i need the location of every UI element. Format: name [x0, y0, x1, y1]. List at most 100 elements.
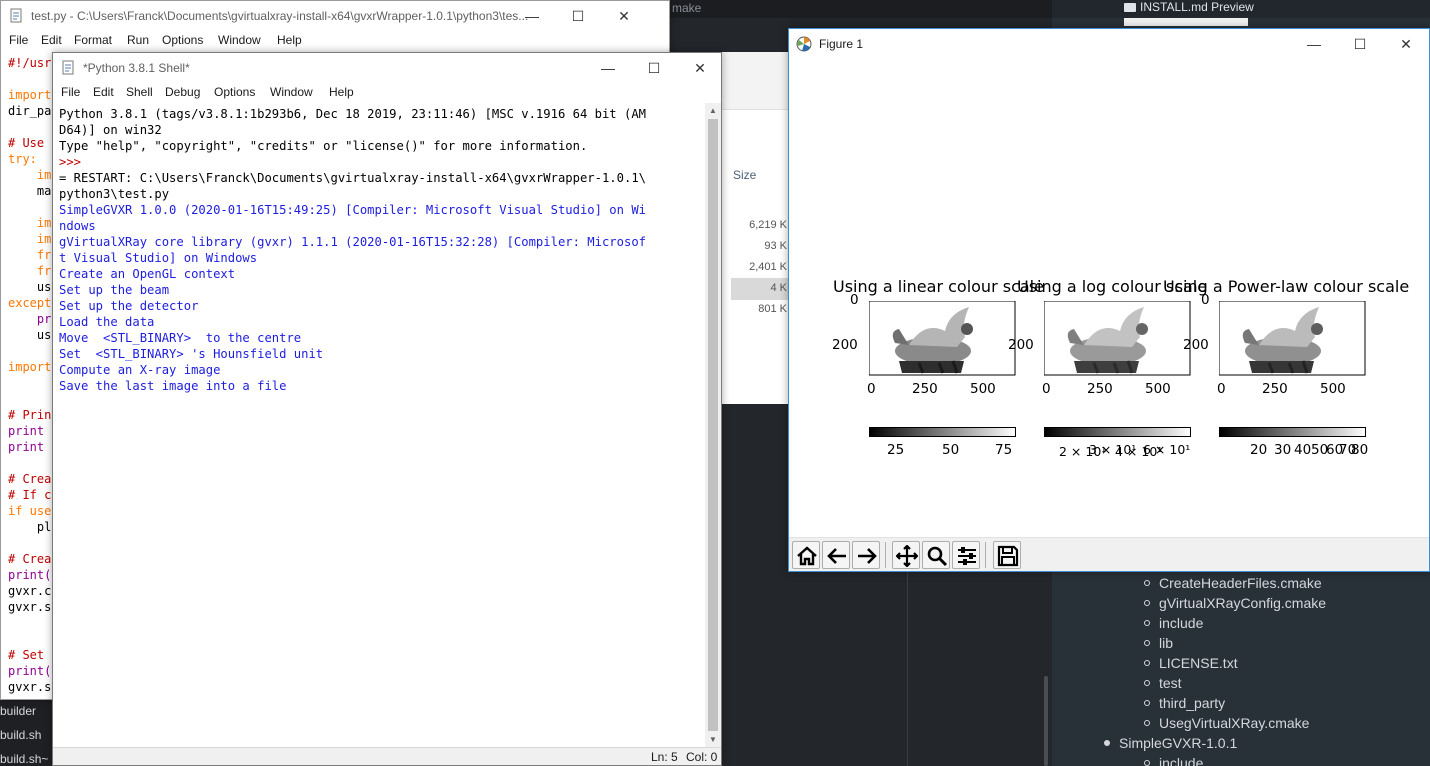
maximize-button[interactable]: ☐: [555, 1, 601, 31]
shell-output-line: ndows: [59, 219, 96, 233]
minimize-button[interactable]: —: [585, 53, 631, 83]
heatmap-image: [1219, 301, 1366, 376]
minimize-button[interactable]: —: [1291, 29, 1337, 59]
code-line: ma: [8, 184, 52, 198]
background-file-item[interactable]: build.sh: [0, 727, 41, 743]
menu-options[interactable]: Options: [162, 33, 203, 47]
shell-scrollbar-thumb[interactable]: [708, 119, 718, 731]
editor-titlebar[interactable]: test.py - C:\Users\Franck\Documents\gvir…: [1, 1, 669, 31]
panel-divider: [907, 570, 908, 766]
y-tick-label: 0: [850, 292, 859, 308]
markdown-tree-item[interactable]: UsegVirtualXRay.cmake: [1144, 714, 1309, 732]
zoom-button[interactable]: [922, 541, 950, 569]
minimize-button[interactable]: —: [509, 1, 555, 31]
code-line: print: [8, 440, 52, 454]
shell-scrollbar[interactable]: ▲ ▼: [705, 103, 721, 748]
shell-output-line: Compute an X-ray image: [59, 363, 221, 377]
bullet-icon: [1104, 740, 1110, 746]
markdown-preview-tab[interactable]: INSTALL.md Preview: [1124, 0, 1254, 14]
figure-title: Figure 1: [819, 37, 864, 51]
markdown-tree-label: lib: [1159, 635, 1174, 651]
zoom-icon: [927, 546, 948, 567]
configure-subplots-button[interactable]: [952, 541, 980, 569]
y-tick-label: 200: [1183, 337, 1209, 353]
menu-file[interactable]: File: [9, 33, 28, 47]
code-line: # Crea: [8, 472, 52, 486]
markdown-tree-item[interactable]: test: [1144, 674, 1182, 692]
menu-options[interactable]: Options: [214, 85, 255, 99]
shell-output-line: python3\test.py: [59, 187, 170, 201]
pan-icon: [896, 545, 918, 567]
editor-title: test.py - C:\Users\Franck\Documents\gvir…: [31, 9, 529, 23]
scroll-up-icon[interactable]: ▲: [705, 103, 721, 119]
shell-titlebar[interactable]: *Python 3.8.1 Shell* — ☐ ✕: [53, 53, 721, 83]
pan-button[interactable]: [892, 541, 920, 569]
save-icon: [997, 545, 1019, 567]
code-line: pl: [8, 520, 52, 534]
home-button[interactable]: [792, 541, 820, 569]
markdown-tree-item[interactable]: SimpleGVXR-1.0.1: [1104, 734, 1237, 752]
background-file-item[interactable]: builder: [0, 703, 36, 719]
figure-titlebar[interactable]: Figure 1 — ☐ ✕: [789, 29, 1429, 59]
code-line: # Set: [8, 648, 52, 662]
markdown-tree-label: gVirtualXRayConfig.cmake: [1159, 595, 1327, 611]
markdown-tree-item[interactable]: gVirtualXRayConfig.cmake: [1144, 594, 1326, 612]
menu-window[interactable]: Window: [270, 85, 313, 99]
markdown-tree-item[interactable]: include: [1144, 614, 1203, 632]
shell-menubar: File Edit Shell Debug Options Window Hel…: [53, 83, 721, 103]
maximize-button[interactable]: ☐: [1337, 29, 1383, 59]
code-line: im: [8, 232, 52, 246]
menu-edit[interactable]: Edit: [41, 33, 62, 47]
back-icon: [827, 548, 846, 564]
cmake-tab[interactable]: make: [670, 0, 701, 16]
forward-button[interactable]: [852, 541, 880, 569]
markdown-tree-item[interactable]: LICENSE.txt: [1144, 654, 1238, 672]
markdown-preview-header-bar: [1124, 18, 1248, 26]
markdown-tree-item[interactable]: third_party: [1144, 694, 1225, 712]
shell-output-line: Save the last image into a file: [59, 379, 287, 393]
close-button[interactable]: ✕: [677, 53, 723, 83]
menu-run[interactable]: Run: [127, 33, 149, 47]
subplot-title: Using a linear colour scale: [833, 277, 1044, 296]
colorbar-tick-label: 50: [942, 442, 960, 458]
menu-format[interactable]: Format: [74, 33, 112, 47]
menu-edit[interactable]: Edit: [93, 85, 114, 99]
y-tick-label: 200: [832, 337, 858, 353]
code-line: except: [8, 296, 52, 310]
explorer-size-column-header[interactable]: Size: [733, 168, 756, 182]
menu-debug[interactable]: Debug: [165, 85, 200, 99]
markdown-tree-item[interactable]: lib: [1144, 634, 1173, 652]
save-button[interactable]: [993, 541, 1021, 569]
markdown-tree-label: CreateHeaderFiles.cmake: [1159, 575, 1322, 591]
back-button[interactable]: [822, 541, 850, 569]
shell-output-line: Type "help", "copyright", "credits" or "…: [59, 139, 588, 153]
code-line: import: [8, 360, 52, 374]
menu-help[interactable]: Help: [277, 33, 302, 47]
x-tick-label: 250: [1087, 381, 1113, 397]
markdown-tree-item[interactable]: CreateHeaderFiles.cmake: [1144, 574, 1322, 592]
maximize-button[interactable]: ☐: [631, 53, 677, 83]
home-icon: [797, 546, 817, 566]
markdown-tree-item[interactable]: include: [1144, 754, 1203, 766]
menu-shell[interactable]: Shell: [126, 85, 153, 99]
menu-file[interactable]: File: [61, 85, 80, 99]
scroll-down-icon[interactable]: ▼: [705, 732, 721, 748]
shell-output-area[interactable]: Python 3.8.1 (tags/v3.8.1:1b293b6, Dec 1…: [59, 106, 702, 394]
figure-canvas[interactable]: Using a linear colour scale 0 200 0 250 …: [789, 59, 1429, 539]
panel-scrollbar[interactable]: [1044, 676, 1048, 766]
close-button[interactable]: ✕: [601, 1, 647, 31]
markdown-tree-label: test: [1159, 675, 1182, 691]
toolbar-separator: [885, 542, 886, 568]
shell-output-line: t Visual Studio] on Windows: [59, 251, 258, 265]
colorbar-tick-label: 40: [1294, 442, 1312, 458]
menu-window[interactable]: Window: [218, 33, 261, 47]
code-line: us: [8, 280, 52, 294]
bullet-icon: [1144, 620, 1150, 626]
explorer-size-cell: 4 K: [770, 282, 787, 294]
close-button[interactable]: ✕: [1383, 29, 1429, 59]
background-file-item[interactable]: build.sh~: [0, 751, 48, 766]
markdown-tree-label: include: [1159, 615, 1204, 631]
menu-help[interactable]: Help: [329, 85, 354, 99]
markdown-tree-label: SimpleGVXR-1.0.1: [1119, 735, 1238, 751]
editor-menubar: File Edit Format Run Options Window Help: [1, 31, 669, 51]
